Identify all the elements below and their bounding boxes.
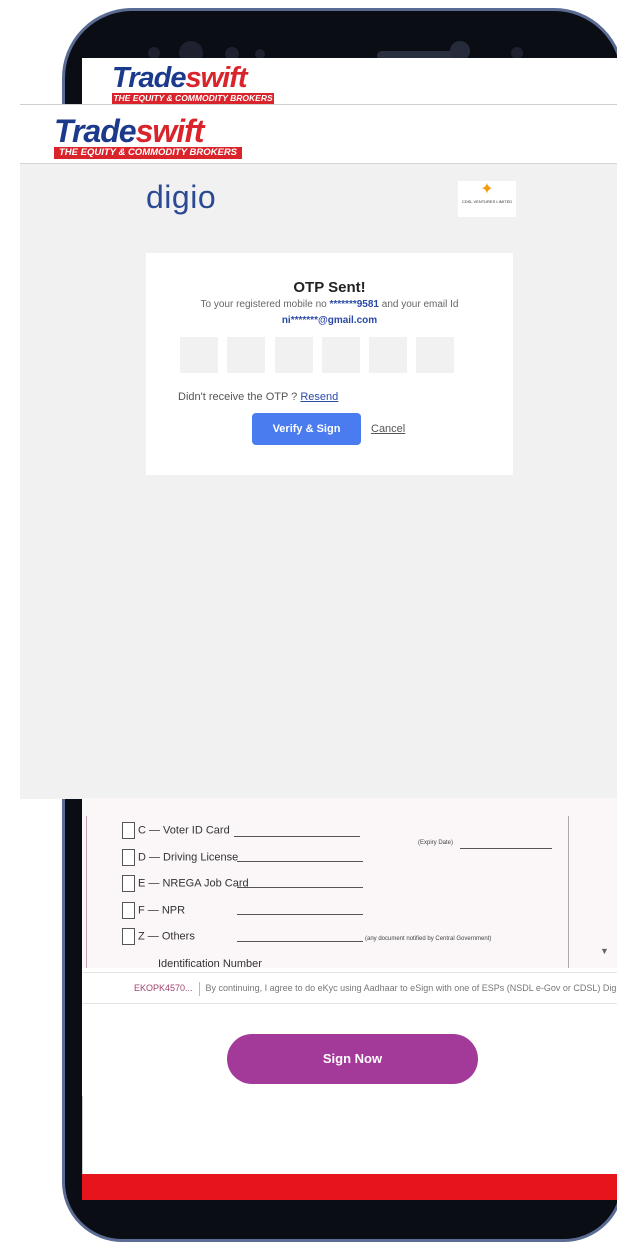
form-border bbox=[86, 816, 87, 968]
masked-email: ni*******@gmail.com bbox=[281, 315, 378, 326]
tradeswift-logo: Tradeswift THE EQUITY & COMMODITY BROKER… bbox=[112, 62, 274, 104]
expiry-label: (Expiry Date) bbox=[418, 840, 454, 846]
form-line bbox=[234, 836, 360, 837]
kyc-form-document[interactable]: C — Voter ID Card (Expiry Date) D — Driv… bbox=[82, 798, 617, 968]
otp-digit-input[interactable] bbox=[227, 337, 265, 373]
identification-number-label: Identification Number bbox=[158, 958, 262, 968]
page-header: Tradeswift THE EQUITY & COMMODITY BROKER… bbox=[20, 105, 617, 164]
others-note: (any document notified by Central Govern… bbox=[365, 936, 492, 942]
form-border bbox=[568, 816, 569, 968]
form-line bbox=[237, 887, 363, 888]
form-option-others: Z — Others bbox=[122, 928, 195, 946]
consent-bar: EKOPK4570... By continuing, I agree to do… bbox=[82, 972, 617, 1004]
checkbox[interactable] bbox=[122, 902, 135, 919]
scroll-down-icon[interactable]: ▼ bbox=[600, 946, 609, 956]
form-line bbox=[460, 848, 552, 849]
screen-edge bbox=[82, 1096, 83, 1174]
cdsl-ventures-logo: ✦ CDSL VENTURES LIMITED bbox=[458, 181, 516, 217]
form-line bbox=[237, 941, 363, 942]
otp-digit-input[interactable] bbox=[275, 337, 313, 373]
bottom-brand-bar bbox=[82, 1174, 617, 1200]
form-option-voter-id: C — Voter ID Card bbox=[122, 822, 230, 840]
otp-title: OTP Sent! bbox=[293, 279, 366, 296]
cancel-link[interactable]: Cancel bbox=[371, 423, 405, 435]
otp-digit-input[interactable] bbox=[369, 337, 407, 373]
otp-digit-input[interactable] bbox=[416, 337, 454, 373]
consent-text: By continuing, I agree to do eKyc using … bbox=[205, 983, 617, 993]
otp-digit-input[interactable] bbox=[180, 337, 218, 373]
cdsl-star-icon: ✦ bbox=[480, 181, 494, 198]
otp-digit-input[interactable] bbox=[322, 337, 360, 373]
resend-link[interactable]: Resend bbox=[300, 391, 338, 403]
divider bbox=[198, 981, 200, 996]
form-line bbox=[237, 861, 363, 862]
form-option-driving-license: D — Driving License bbox=[122, 849, 238, 867]
verify-and-sign-button[interactable]: Verify & Sign bbox=[252, 413, 361, 445]
app-brand-strip: Tradeswift THE EQUITY & COMMODITY BROKER… bbox=[82, 58, 617, 106]
form-line bbox=[237, 914, 363, 915]
checkbox[interactable] bbox=[122, 822, 135, 839]
checkbox[interactable] bbox=[122, 875, 135, 892]
form-option-npr: F — NPR bbox=[122, 902, 185, 920]
form-option-nrega-card: E — NREGA Job Card bbox=[122, 875, 249, 893]
otp-card: OTP Sent! To your registered mobile no *… bbox=[146, 253, 513, 475]
digio-esign-page: Tradeswift THE EQUITY & COMMODITY BROKER… bbox=[20, 104, 617, 799]
checkbox[interactable] bbox=[122, 849, 135, 866]
esign-app-screen: C — Voter ID Card (Expiry Date) D — Driv… bbox=[82, 798, 617, 1174]
sign-now-button[interactable]: Sign Now bbox=[227, 1034, 478, 1084]
otp-message: To your registered mobile no *******9581… bbox=[200, 299, 459, 310]
document-code: EKOPK4570... bbox=[134, 983, 193, 993]
masked-mobile: *******9581 bbox=[329, 299, 379, 310]
checkbox[interactable] bbox=[122, 928, 135, 945]
digio-logo: digio bbox=[146, 179, 217, 215]
tradeswift-logo: Tradeswift THE EQUITY & COMMODITY BROKER… bbox=[54, 115, 242, 159]
resend-prompt: Didn't receive the OTP ? Resend bbox=[178, 391, 339, 403]
